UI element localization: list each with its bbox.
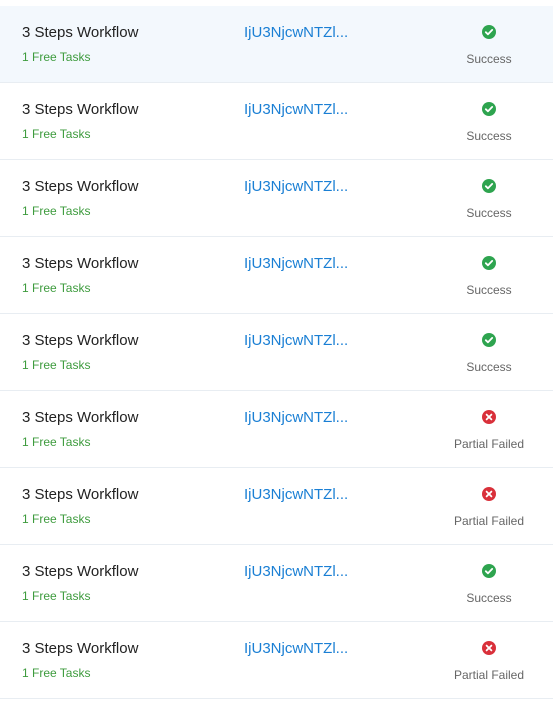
free-tasks-label: 1 Free Tasks — [22, 50, 91, 64]
check-circle-icon — [482, 564, 496, 578]
workflow-name: 3 Steps Workflow — [22, 332, 139, 349]
status-text: Success — [466, 591, 512, 605]
table-row-4[interactable]: 3 Steps Workflow 1 Free Tasks IjU3NjcwNT… — [0, 237, 553, 314]
run-id-link[interactable]: IjU3NjcwNTZl... — [244, 640, 348, 657]
free-tasks-label: 1 Free Tasks — [22, 435, 91, 449]
free-tasks-label: 1 Free Tasks — [22, 204, 91, 218]
table-row-5[interactable]: 3 Steps Workflow 1 Free Tasks IjU3NjcwNT… — [0, 314, 553, 391]
status-cell: Success — [430, 256, 548, 297]
workflow-name: 3 Steps Workflow — [22, 178, 139, 195]
run-id-link[interactable]: IjU3NjcwNTZl... — [244, 409, 348, 426]
x-circle-icon — [482, 641, 496, 655]
check-circle-icon — [482, 333, 496, 347]
run-id-link[interactable]: IjU3NjcwNTZl... — [244, 486, 348, 503]
workflow-name: 3 Steps Workflow — [22, 409, 139, 426]
table-row-9[interactable]: 3 Steps Workflow 1 Free Tasks IjU3NjcwNT… — [0, 622, 553, 699]
status-cell: Partial Failed — [430, 487, 548, 528]
run-id-link[interactable]: IjU3NjcwNTZl... — [244, 101, 348, 118]
status-text: Partial Failed — [453, 437, 525, 451]
workflow-name: 3 Steps Workflow — [22, 24, 139, 41]
table-row-6[interactable]: 3 Steps Workflow 1 Free Tasks IjU3NjcwNT… — [0, 391, 553, 468]
workflow-name: 3 Steps Workflow — [22, 255, 139, 272]
workflow-name: 3 Steps Workflow — [22, 640, 139, 657]
free-tasks-label: 1 Free Tasks — [22, 358, 91, 372]
workflow-name: 3 Steps Workflow — [22, 101, 139, 118]
check-circle-icon — [482, 102, 496, 116]
free-tasks-label: 1 Free Tasks — [22, 127, 91, 141]
table-row-7[interactable]: 3 Steps Workflow 1 Free Tasks IjU3NjcwNT… — [0, 468, 553, 545]
status-cell: Partial Failed — [430, 641, 548, 682]
check-circle-icon — [482, 256, 496, 270]
run-id-link[interactable]: IjU3NjcwNTZl... — [244, 178, 348, 195]
workflow-name: 3 Steps Workflow — [22, 563, 139, 580]
status-cell: Success — [430, 333, 548, 374]
status-text: Success — [466, 283, 512, 297]
status-text: Success — [466, 360, 512, 374]
status-cell: Success — [430, 102, 548, 143]
check-circle-icon — [482, 179, 496, 193]
free-tasks-label: 1 Free Tasks — [22, 589, 91, 603]
run-id-link[interactable]: IjU3NjcwNTZl... — [244, 255, 348, 272]
status-text: Success — [466, 52, 512, 66]
check-circle-icon — [482, 25, 496, 39]
status-text: Success — [466, 129, 512, 143]
table-row-2[interactable]: 3 Steps Workflow 1 Free Tasks IjU3NjcwNT… — [0, 83, 553, 160]
status-cell: Success — [430, 564, 548, 605]
status-text: Success — [466, 206, 512, 220]
x-circle-icon — [482, 487, 496, 501]
table-row-1[interactable]: 3 Steps Workflow 1 Free Tasks IjU3NjcwNT… — [0, 6, 553, 83]
table-row-3[interactable]: 3 Steps Workflow 1 Free Tasks IjU3NjcwNT… — [0, 160, 553, 237]
status-cell: Success — [430, 25, 548, 66]
status-cell: Partial Failed — [430, 410, 548, 451]
free-tasks-label: 1 Free Tasks — [22, 666, 91, 680]
run-id-link[interactable]: IjU3NjcwNTZl... — [244, 332, 348, 349]
status-cell: Success — [430, 179, 548, 220]
table-row-8[interactable]: 3 Steps Workflow 1 Free Tasks IjU3NjcwNT… — [0, 545, 553, 622]
run-id-link[interactable]: IjU3NjcwNTZl... — [244, 24, 348, 41]
x-circle-icon — [482, 410, 496, 424]
free-tasks-label: 1 Free Tasks — [22, 281, 91, 295]
status-text: Partial Failed — [453, 668, 525, 682]
workflow-run-list: 3 Steps Workflow 1 Free Tasks IjU3NjcwNT… — [0, 0, 553, 699]
status-text: Partial Failed — [453, 514, 525, 528]
free-tasks-label: 1 Free Tasks — [22, 512, 91, 526]
workflow-name: 3 Steps Workflow — [22, 486, 139, 503]
run-id-link[interactable]: IjU3NjcwNTZl... — [244, 563, 348, 580]
